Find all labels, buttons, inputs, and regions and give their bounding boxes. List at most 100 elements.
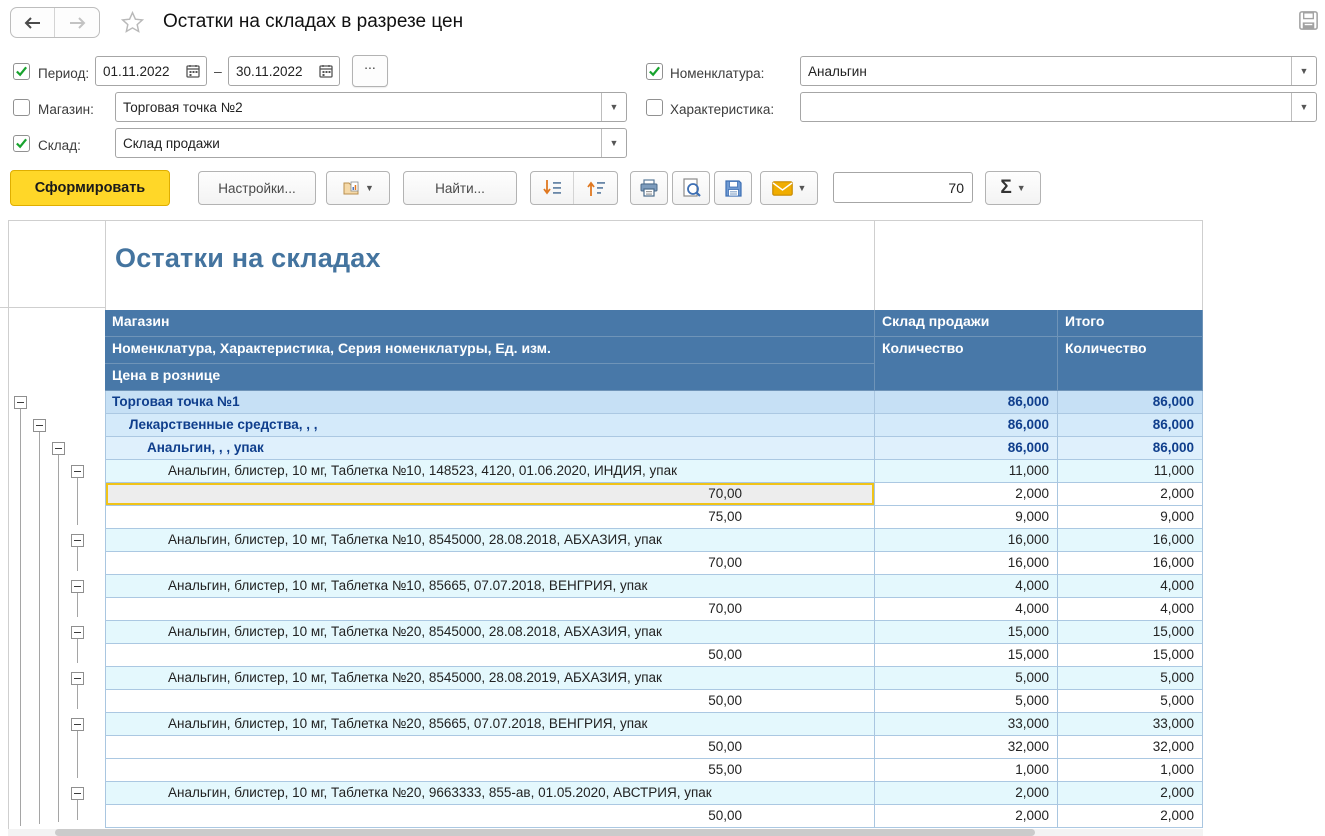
autosum-field[interactable]: 70 bbox=[833, 172, 973, 203]
qty-warehouse-cell[interactable]: 2,000 bbox=[875, 805, 1058, 828]
label-cell[interactable]: Лекарственные средства, , , bbox=[105, 414, 875, 437]
tree-collapse-button[interactable] bbox=[71, 672, 84, 685]
nomenclature-combobox[interactable]: Анальгин ▼ bbox=[800, 56, 1317, 86]
qty-total-cell[interactable]: 33,000 bbox=[1058, 713, 1203, 736]
label-cell[interactable]: Торговая точка №1 bbox=[105, 391, 875, 414]
price-cell[interactable]: 50,00 bbox=[105, 644, 875, 667]
qty-total-cell[interactable]: 2,000 bbox=[1058, 483, 1203, 506]
price-cell[interactable]: 50,00 bbox=[105, 690, 875, 713]
qty-total-cell[interactable]: 32,000 bbox=[1058, 736, 1203, 759]
qty-warehouse-cell[interactable]: 9,000 bbox=[875, 506, 1058, 529]
chevron-down-icon[interactable]: ▼ bbox=[1291, 93, 1316, 121]
report-variants-button[interactable]: ▼ bbox=[326, 171, 390, 205]
label-cell[interactable]: Анальгин, , , упак bbox=[105, 437, 875, 460]
qty-warehouse-cell[interactable]: 86,000 bbox=[875, 414, 1058, 437]
period-more-button[interactable]: ... bbox=[352, 55, 388, 87]
collapse-groups-button[interactable] bbox=[574, 172, 617, 204]
tree-collapse-button[interactable] bbox=[14, 396, 27, 409]
qty-warehouse-cell[interactable]: 86,000 bbox=[875, 437, 1058, 460]
qty-warehouse-cell[interactable]: 2,000 bbox=[875, 483, 1058, 506]
calendar-icon[interactable] bbox=[180, 57, 206, 85]
qty-total-cell[interactable]: 2,000 bbox=[1058, 805, 1203, 828]
header-total-col[interactable]: Итого bbox=[1058, 310, 1203, 337]
qty-warehouse-cell[interactable]: 32,000 bbox=[875, 736, 1058, 759]
tree-collapse-button[interactable] bbox=[71, 787, 84, 800]
price-cell[interactable]: 55,00 bbox=[105, 759, 875, 782]
price-cell[interactable]: 70,00 bbox=[105, 483, 875, 506]
generate-report-button[interactable]: Сформировать bbox=[10, 170, 170, 206]
nomenclature-checkbox[interactable] bbox=[646, 63, 663, 80]
qty-warehouse-cell[interactable]: 11,000 bbox=[875, 460, 1058, 483]
header-nomenclature-cell[interactable]: Номенклатура, Характеристика, Серия номе… bbox=[105, 337, 875, 364]
favorite-star-icon[interactable] bbox=[120, 10, 145, 40]
sigma-button[interactable]: Σ ▼ bbox=[985, 171, 1041, 205]
period-from-field[interactable]: 01.11.2022 bbox=[95, 56, 207, 86]
chevron-down-icon[interactable]: ▼ bbox=[601, 93, 626, 121]
preview-button[interactable] bbox=[672, 171, 710, 205]
qty-total-cell[interactable]: 4,000 bbox=[1058, 575, 1203, 598]
qty-warehouse-cell[interactable]: 1,000 bbox=[875, 759, 1058, 782]
period-checkbox[interactable] bbox=[13, 63, 30, 80]
header-qty-warehouse[interactable]: Количество bbox=[875, 337, 1058, 391]
qty-total-cell[interactable]: 86,000 bbox=[1058, 414, 1203, 437]
chevron-down-icon[interactable]: ▼ bbox=[1291, 57, 1316, 85]
header-warehouse-col[interactable]: Склад продажи bbox=[875, 310, 1058, 337]
qty-total-cell[interactable]: 9,000 bbox=[1058, 506, 1203, 529]
qty-warehouse-cell[interactable]: 86,000 bbox=[875, 391, 1058, 414]
label-cell[interactable]: Анальгин, блистер, 10 мг, Таблетка №10, … bbox=[105, 460, 875, 483]
label-cell[interactable]: Анальгин, блистер, 10 мг, Таблетка №20, … bbox=[105, 621, 875, 644]
qty-total-cell[interactable]: 4,000 bbox=[1058, 598, 1203, 621]
horizontal-scrollbar-thumb[interactable] bbox=[55, 829, 1035, 836]
find-button[interactable]: Найти... bbox=[403, 171, 517, 205]
qty-total-cell[interactable]: 86,000 bbox=[1058, 437, 1203, 460]
characteristic-checkbox[interactable] bbox=[646, 99, 663, 116]
label-cell[interactable]: Анальгин, блистер, 10 мг, Таблетка №10, … bbox=[105, 575, 875, 598]
price-cell[interactable]: 50,00 bbox=[105, 805, 875, 828]
label-cell[interactable]: Анальгин, блистер, 10 мг, Таблетка №10, … bbox=[105, 529, 875, 552]
qty-warehouse-cell[interactable]: 33,000 bbox=[875, 713, 1058, 736]
save-window-settings-button[interactable] bbox=[1297, 9, 1320, 37]
price-cell[interactable]: 70,00 bbox=[105, 552, 875, 575]
warehouse-combobox[interactable]: Склад продажи ▼ bbox=[115, 128, 627, 158]
qty-warehouse-cell[interactable]: 5,000 bbox=[875, 690, 1058, 713]
send-mail-button[interactable]: ▼ bbox=[760, 171, 818, 205]
header-price-cell[interactable]: Цена в рознице bbox=[105, 364, 875, 391]
qty-total-cell[interactable]: 16,000 bbox=[1058, 529, 1203, 552]
qty-total-cell[interactable]: 2,000 bbox=[1058, 782, 1203, 805]
qty-total-cell[interactable]: 1,000 bbox=[1058, 759, 1203, 782]
price-cell[interactable]: 70,00 bbox=[105, 598, 875, 621]
store-checkbox[interactable] bbox=[13, 99, 30, 116]
save-result-button[interactable] bbox=[714, 171, 752, 205]
label-cell[interactable]: Анальгин, блистер, 10 мг, Таблетка №20, … bbox=[105, 667, 875, 690]
qty-total-cell[interactable]: 5,000 bbox=[1058, 690, 1203, 713]
qty-total-cell[interactable]: 86,000 bbox=[1058, 391, 1203, 414]
calendar-icon[interactable] bbox=[313, 57, 339, 85]
period-to-field[interactable]: 30.11.2022 bbox=[228, 56, 340, 86]
tree-collapse-button[interactable] bbox=[71, 626, 84, 639]
tree-collapse-button[interactable] bbox=[71, 580, 84, 593]
price-cell[interactable]: 50,00 bbox=[105, 736, 875, 759]
chevron-down-icon[interactable]: ▼ bbox=[601, 129, 626, 157]
settings-button[interactable]: Настройки... bbox=[198, 171, 316, 205]
tree-collapse-button[interactable] bbox=[52, 442, 65, 455]
qty-warehouse-cell[interactable]: 2,000 bbox=[875, 782, 1058, 805]
qty-warehouse-cell[interactable]: 15,000 bbox=[875, 644, 1058, 667]
back-button[interactable] bbox=[11, 8, 55, 37]
qty-total-cell[interactable]: 16,000 bbox=[1058, 552, 1203, 575]
tree-collapse-button[interactable] bbox=[71, 534, 84, 547]
qty-total-cell[interactable]: 11,000 bbox=[1058, 460, 1203, 483]
store-combobox[interactable]: Торговая точка №2 ▼ bbox=[115, 92, 627, 122]
expand-groups-button[interactable] bbox=[531, 172, 574, 204]
qty-warehouse-cell[interactable]: 16,000 bbox=[875, 529, 1058, 552]
qty-warehouse-cell[interactable]: 5,000 bbox=[875, 667, 1058, 690]
price-cell[interactable]: 75,00 bbox=[105, 506, 875, 529]
characteristic-combobox[interactable]: ▼ bbox=[800, 92, 1317, 122]
warehouse-checkbox[interactable] bbox=[13, 135, 30, 152]
qty-warehouse-cell[interactable]: 4,000 bbox=[875, 575, 1058, 598]
qty-warehouse-cell[interactable]: 15,000 bbox=[875, 621, 1058, 644]
qty-warehouse-cell[interactable]: 16,000 bbox=[875, 552, 1058, 575]
print-button[interactable] bbox=[630, 171, 668, 205]
header-qty-total[interactable]: Количество bbox=[1058, 337, 1203, 391]
tree-collapse-button[interactable] bbox=[71, 465, 84, 478]
qty-total-cell[interactable]: 15,000 bbox=[1058, 621, 1203, 644]
